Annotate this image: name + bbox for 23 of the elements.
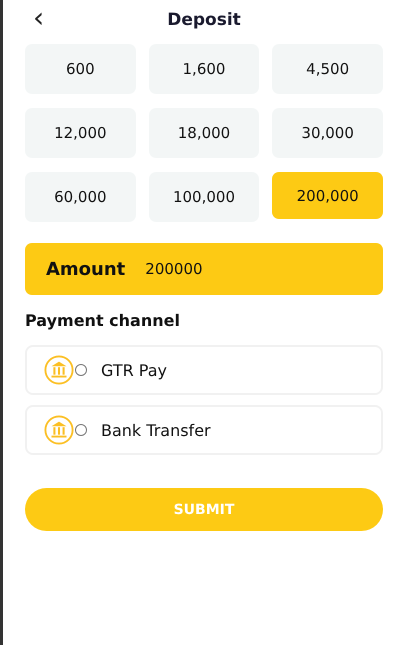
payment-option[interactable]: GTR Pay [25,345,383,395]
amount-option[interactable]: 30,000 [272,108,383,158]
amount-option[interactable]: 4,500 [272,44,383,94]
amount-field[interactable]: Amount 200000 [25,243,383,295]
amount-label: Amount [46,258,126,280]
back-button[interactable]: ‹ [29,4,48,32]
amount-option[interactable]: 600 [25,44,136,94]
amount-option[interactable]: 200,000 [272,172,383,219]
payment-option[interactable]: Bank Transfer [25,405,383,455]
radio-button[interactable] [75,364,87,376]
bank-icon [44,415,74,445]
amount-option[interactable]: 1,600 [148,44,260,94]
bank-icon [44,355,74,385]
amount-option[interactable]: 12,000 [25,108,136,158]
amount-option[interactable]: 60,000 [25,172,136,222]
channel-name: GTR Pay [101,360,168,380]
page-title: Deposit [167,10,241,30]
amount-option[interactable]: 100,000 [148,172,260,222]
section-heading: Payment channel [25,311,181,330]
radio-button[interactable] [75,424,87,436]
channel-name: Bank Transfer [101,420,211,440]
amount-value: 200000 [145,260,236,278]
amount-option[interactable]: 18,000 [148,108,260,158]
